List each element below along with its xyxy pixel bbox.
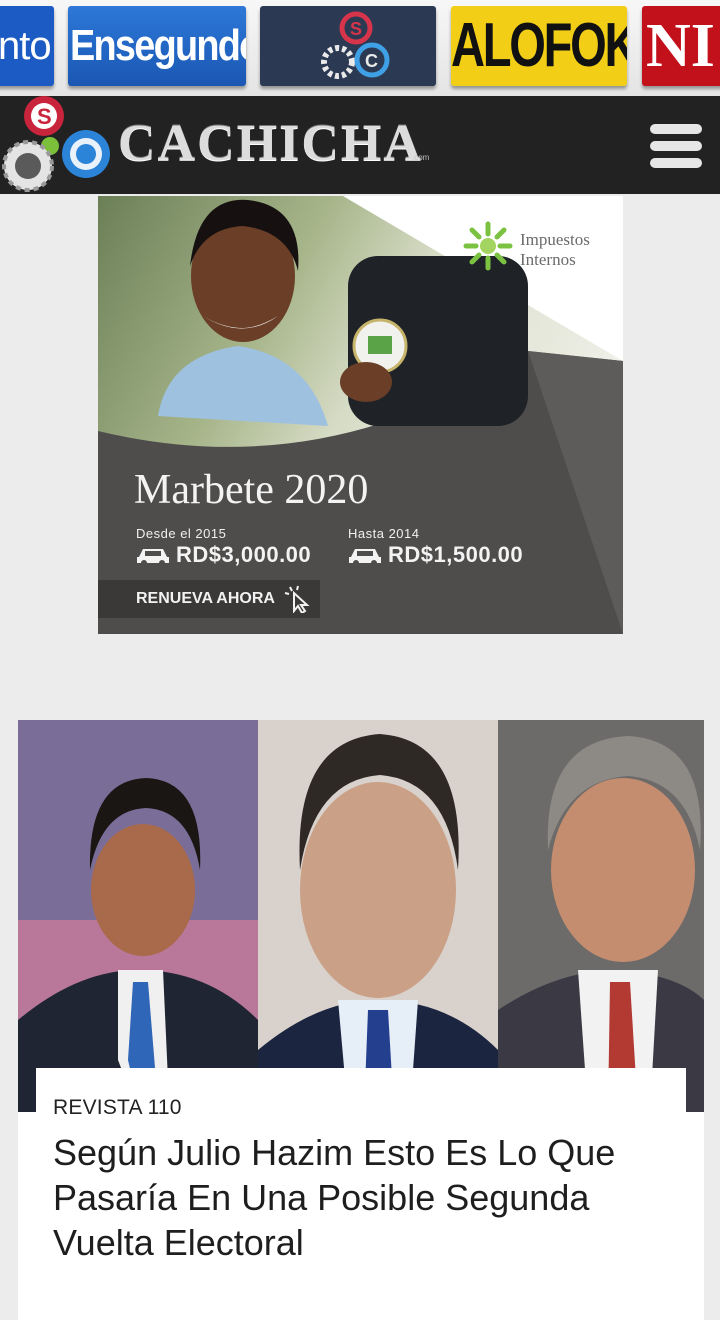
partner-logo-3[interactable]: S C [260,6,436,86]
ad-price-right-value: RD$1,500.00 [388,542,524,567]
site-header: S CACHICHA .com [0,96,720,194]
partner-logo-alofoke-text: ALOFOKE [451,11,627,80]
ad-price-right-label: Hasta 2014 [348,526,420,541]
cursor-click-icon [284,585,310,613]
svg-text:S: S [350,19,362,39]
partner-logo-5[interactable]: NI [642,6,720,86]
ad-cta-label: RENUEVA AHORA [136,590,275,607]
impuestos-internos-sun-icon [463,221,513,271]
ad-title: Marbete 2020 [134,467,369,513]
partner-logo-strip: nto Ensegundos S C ALOFOKE NI [0,0,720,97]
ad-banner[interactable]: Impuestos Internos Marbete 2020 Desde el… [98,196,623,634]
partner-logo-ensegundos[interactable]: Ensegundos [68,6,246,86]
article-title[interactable]: Según Julio Hazim Esto Es Lo Que Pasaría… [53,1130,673,1265]
svg-text:C: C [365,51,378,71]
hamburger-menu-icon[interactable] [648,122,708,170]
partner-logo-1-text: nto [0,24,52,68]
article-card[interactable]: REVISTA 110 Según Julio Hazim Esto Es Lo… [18,720,704,1320]
article-photo[interactable] [18,720,704,1112]
partner-logo-ensegundos-text: Ensegundos [70,21,246,70]
ad-price-left-value: RD$3,000.00 [176,542,312,567]
car-icon [137,549,169,565]
renueva-ahora-button[interactable]: RENUEVA AHORA [98,580,320,618]
gears-logo-icon: S C [321,11,390,79]
partner-logo-1[interactable]: nto [0,6,54,86]
partner-logo-alofoke[interactable]: ALOFOKE [451,6,627,86]
site-name[interactable]: CACHICHA [118,114,423,173]
article-category[interactable]: REVISTA 110 [53,1096,182,1120]
ad-brand: Impuestos Internos [520,230,590,269]
article-text-panel: REVISTA 110 Según Julio Hazim Esto Es Lo… [36,1068,686,1320]
site-name-suffix: .com [412,153,430,162]
ad-price-left-label: Desde el 2015 [136,526,227,541]
site-logo-gears-icon[interactable]: S [0,96,112,194]
car-icon [349,549,381,565]
svg-text:S: S [37,104,52,129]
partner-logo-5-text: NI [646,12,715,80]
